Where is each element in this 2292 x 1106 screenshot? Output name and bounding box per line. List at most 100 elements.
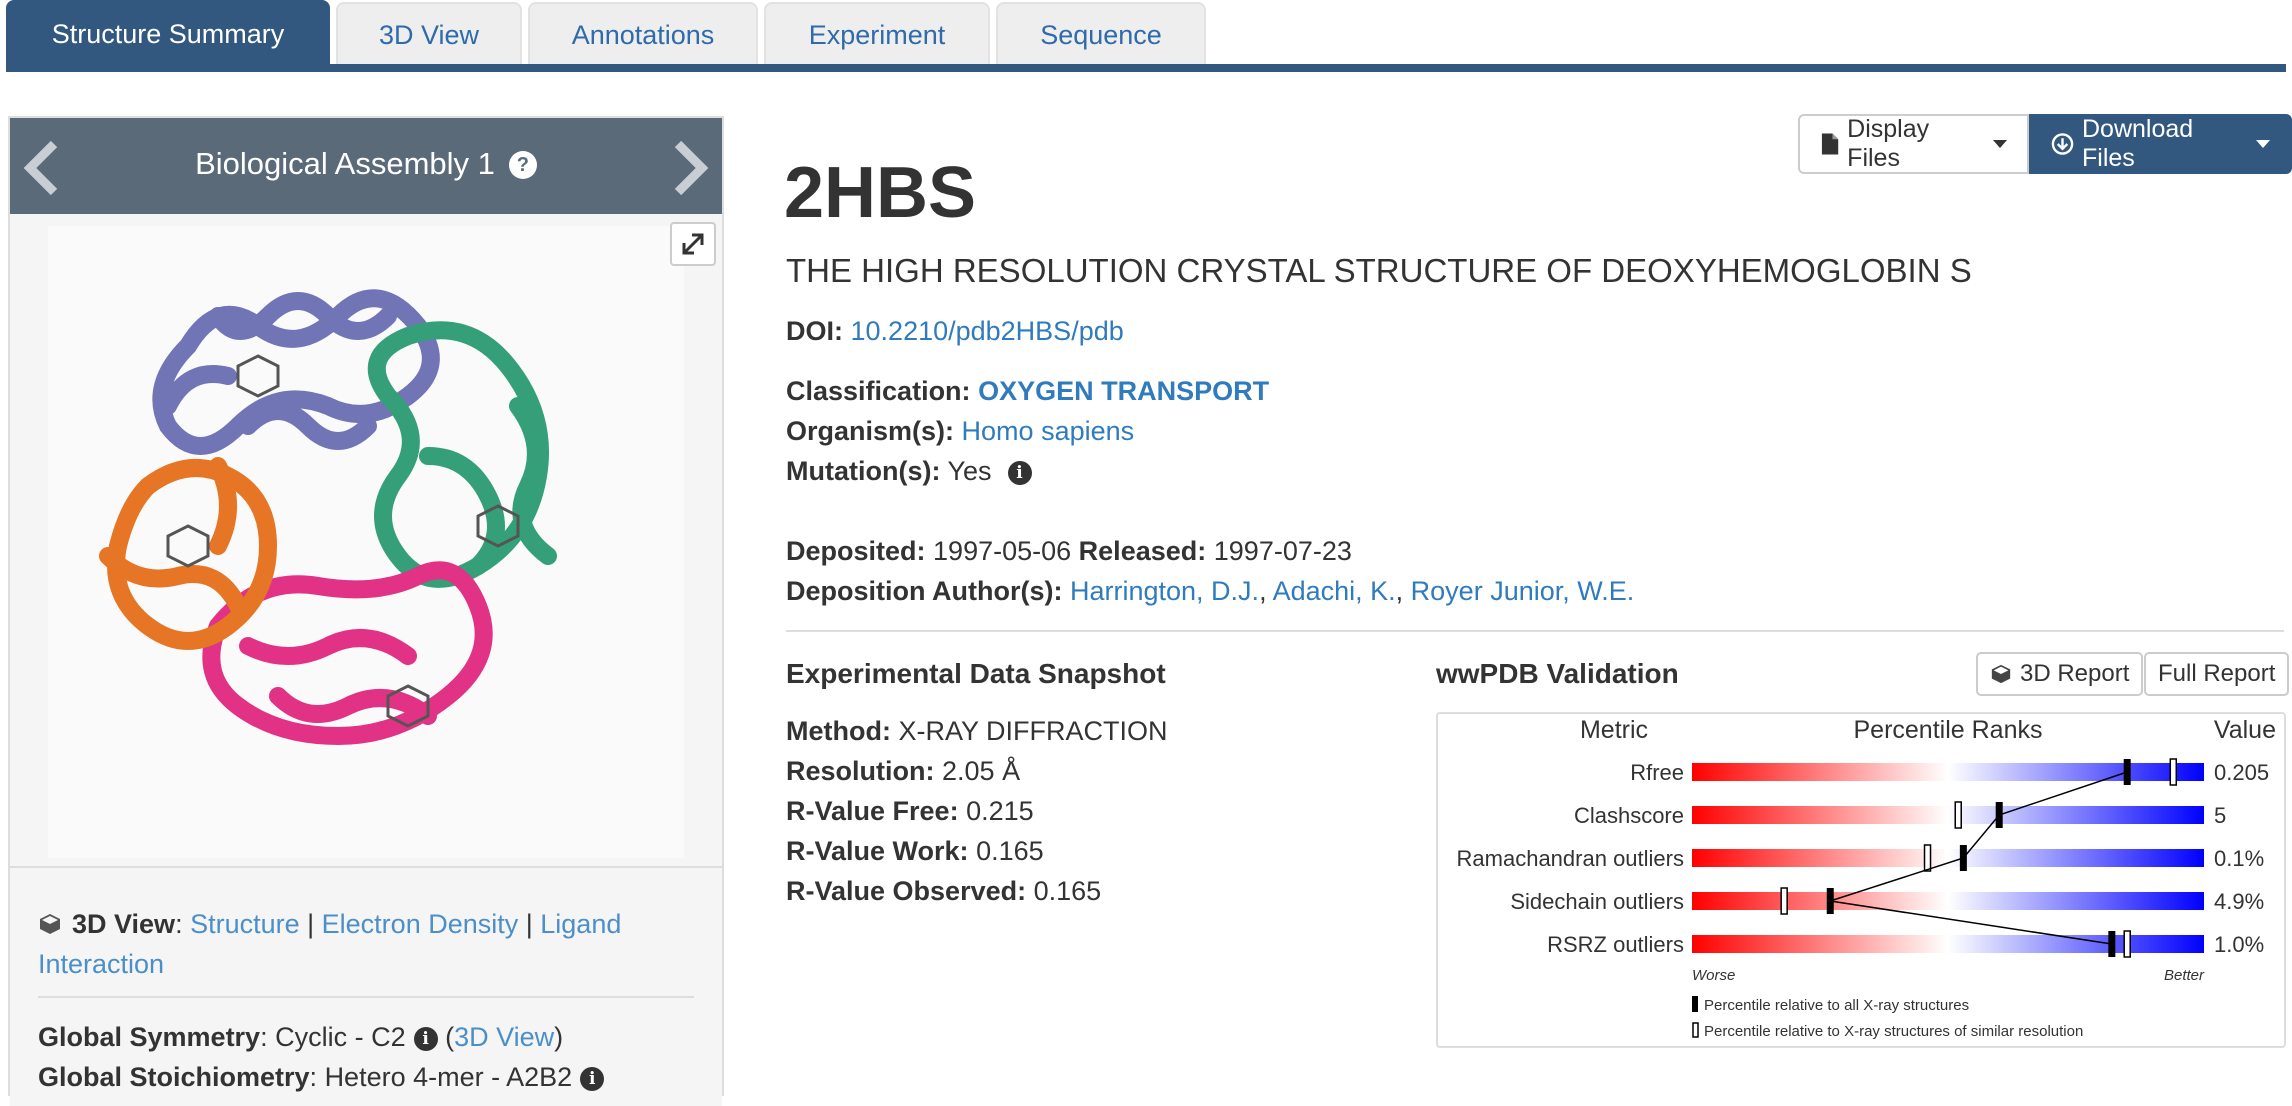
chain-b-ribbon <box>367 321 557 588</box>
rvalue-work-row: R-Value Work: 0.165 <box>786 836 1044 867</box>
resolution-value: 2.05 Å <box>942 756 1021 786</box>
molecule-image[interactable] <box>48 226 684 858</box>
section-divider <box>786 630 2284 632</box>
rvalue-work-value: 0.165 <box>976 836 1044 866</box>
tab-underline <box>6 64 2286 72</box>
authors-label: Deposition Author(s): <box>786 576 1063 606</box>
tab-strip: Structure Summary 3D View Annotations Ex… <box>0 0 2292 74</box>
author-link[interactable]: Harrington, D.J. <box>1070 576 1259 606</box>
organism-row: Organism(s): Homo sapiens <box>786 416 1134 447</box>
electron-density-link[interactable]: Electron Density <box>322 909 519 939</box>
percentile-bar <box>1692 849 2204 867</box>
assembly-panel: Biological Assembly 1? 3D View: Structur… <box>8 116 724 1106</box>
method-value: X-RAY DIFFRACTION <box>898 716 1168 746</box>
metric-label: Ramachandran outliers <box>1457 846 1684 871</box>
dates-row: Deposited: 1997-05-06 Released: 1997-07-… <box>786 536 1352 567</box>
info-icon[interactable]: i <box>413 1027 438 1051</box>
mutation-value: Yes <box>947 456 992 486</box>
download-files-label: Download Files <box>2082 115 2194 172</box>
doi-link[interactable]: 10.2210/pdb2HBS/pdb <box>851 316 1124 346</box>
metric-value: 5 <box>2214 803 2226 828</box>
better-label: Better <box>2164 967 2205 984</box>
cube-icon <box>1991 664 2011 684</box>
cube-icon <box>40 914 60 934</box>
structure-title: THE HIGH RESOLUTION CRYSTAL STRUCTURE OF… <box>786 252 1972 289</box>
value-header: Value <box>2214 716 2276 744</box>
file-icon <box>1821 133 1839 155</box>
info-icon[interactable]: i <box>580 1067 605 1091</box>
classification-row: Classification: OXYGEN TRANSPORT <box>786 376 1269 407</box>
3d-report-button[interactable]: 3D Report <box>1976 652 2144 696</box>
classification-label: Classification: <box>786 376 971 406</box>
structure-link[interactable]: Structure <box>190 909 300 939</box>
symmetry-value: Cyclic - C2 <box>275 1022 406 1052</box>
author-link[interactable]: Adachi, K. <box>1273 576 1396 606</box>
mutation-label: Mutation(s): <box>786 456 941 486</box>
released-label: Released: <box>1078 536 1207 566</box>
similar-resolution-marker <box>2123 930 2131 958</box>
deposited-label: Deposited: <box>786 536 926 566</box>
metric-label: Sidechain outliers <box>1510 889 1684 914</box>
rvalue-observed-label: R-Value Observed: <box>786 876 1027 906</box>
rvalue-free-value: 0.215 <box>966 796 1034 826</box>
metric-label: Clashscore <box>1574 803 1684 828</box>
tab-3d-view[interactable]: 3D View <box>336 2 522 66</box>
rvalue-work-label: R-Value Work: <box>786 836 969 866</box>
tab-structure-summary[interactable]: Structure Summary <box>6 0 330 66</box>
caret-down-icon <box>1992 140 2007 148</box>
chevron-right-icon[interactable] <box>670 140 710 196</box>
full-report-label: Full Report <box>2158 660 2276 687</box>
organism-label: Organism(s): <box>786 416 955 446</box>
validation-title: wwPDB Validation <box>1436 658 1679 689</box>
symmetry-label: Global Symmetry <box>38 1022 261 1052</box>
assembly-title: Biological Assembly 1 <box>195 146 495 181</box>
classification-link[interactable]: OXYGEN TRANSPORT <box>978 376 1269 406</box>
tab-annotations[interactable]: Annotations <box>528 2 758 66</box>
author-link[interactable]: Royer Junior, W.E. <box>1411 576 1635 606</box>
legend-all-marker <box>1692 996 1698 1012</box>
download-files-button[interactable]: Download Files <box>2028 114 2292 174</box>
tab-experiment[interactable]: Experiment <box>764 2 990 66</box>
metric-label: Rfree <box>1630 760 1684 785</box>
similar-resolution-marker <box>1954 801 1962 829</box>
legend-all-text: Percentile relative to all X-ray structu… <box>1704 997 1969 1014</box>
caret-down-icon <box>2256 140 2270 148</box>
question-circle-icon[interactable]: ? <box>508 151 537 179</box>
percentile-bar <box>1692 892 2204 910</box>
full-report-button[interactable]: Full Report <box>2144 652 2290 696</box>
resolution-row: Resolution: 2.05 Å <box>786 756 1020 787</box>
expand-button[interactable] <box>670 222 716 266</box>
display-files-button[interactable]: Display Files <box>1798 114 2029 174</box>
expand-icon <box>682 233 704 255</box>
metric-value: 0.1% <box>2214 846 2264 871</box>
global-symmetry: Global Symmetry: Cyclic - C2 i (3D View) <box>38 1022 564 1052</box>
display-files-label: Display Files <box>1847 115 1930 172</box>
tab-sequence[interactable]: Sequence <box>996 2 1206 66</box>
info-icon[interactable]: i <box>1007 461 1032 485</box>
legend-similar-text: Percentile relative to X-ray structures … <box>1704 1023 2083 1040</box>
metric-value: 4.9% <box>2214 889 2264 914</box>
assembly-title-row: Biological Assembly 1? <box>10 146 722 182</box>
released-date: 1997-07-23 <box>1213 536 1352 566</box>
symmetry-3d-view-link[interactable]: 3D View <box>454 1022 554 1052</box>
view-links: 3D View: Structure | Electron Density | … <box>38 909 622 979</box>
deposited-date: 1997-05-06 <box>933 536 1072 566</box>
validation-slider-panel[interactable]: Metric Percentile Ranks Value Rfree 0.205… <box>1436 712 2286 1048</box>
assembly-header: Biological Assembly 1? <box>10 118 722 214</box>
view-label: 3D View <box>72 909 176 939</box>
stoichiometry-label: Global Stoichiometry <box>38 1062 310 1092</box>
legend-similar-marker <box>1692 1022 1699 1038</box>
divider <box>38 996 694 998</box>
download-icon <box>2051 133 2074 155</box>
rvalue-observed-value: 0.165 <box>1033 876 1102 906</box>
experimental-snapshot-title: Experimental Data Snapshot <box>786 658 1166 689</box>
3d-report-label: 3D Report <box>2020 660 2130 687</box>
file-button-group: Display Files Download Files <box>1798 114 2292 174</box>
doi-label: DOI: <box>786 316 843 346</box>
assembly-footer: 3D View: Structure | Electron Density | … <box>10 866 722 1106</box>
authors-row: Deposition Author(s): Harrington, D.J., … <box>786 576 1635 606</box>
similar-resolution-marker <box>1923 844 1932 872</box>
organism-link[interactable]: Homo sapiens <box>962 416 1135 446</box>
rvalue-free-row: R-Value Free: 0.215 <box>786 796 1034 827</box>
method-row: Method: X-RAY DIFFRACTION <box>786 716 1168 747</box>
